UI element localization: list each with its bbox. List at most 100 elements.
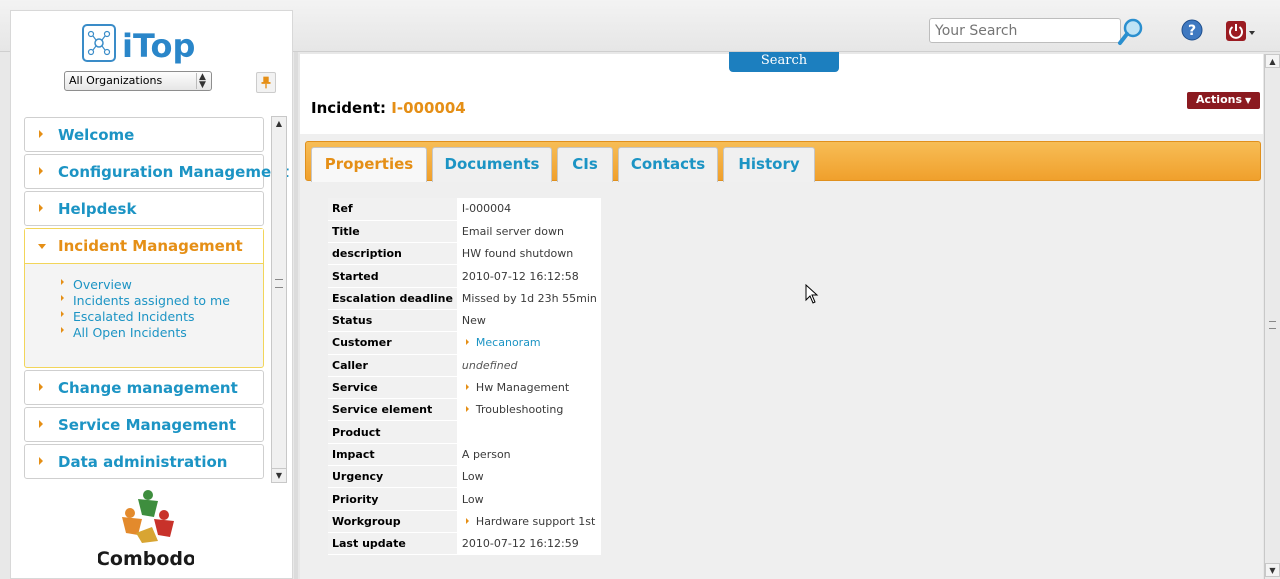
search-icon[interactable]	[1116, 16, 1146, 48]
pane-splitter[interactable]	[294, 52, 298, 579]
title-ref: I-000004	[391, 99, 466, 117]
menu-scrollbar[interactable]: ▲ ▼	[271, 116, 287, 483]
caret-down-icon	[38, 244, 46, 249]
incident-submenu: Overview Incidents assigned to me Escala…	[61, 277, 230, 341]
actions-button[interactable]: Actions ▼	[1187, 92, 1260, 109]
title-bar: Incident: I-000004 Actions ▼	[300, 82, 1263, 134]
submenu-label: Overview	[73, 277, 132, 292]
prop-key: Service element	[328, 398, 458, 422]
help-icon[interactable]: ?	[1181, 19, 1203, 41]
menu-change-management[interactable]: Change management	[24, 370, 264, 405]
main-header-strip: Search	[300, 52, 1263, 82]
menu-label: Configuration Management	[58, 163, 289, 181]
prop-key: Product	[328, 420, 458, 444]
prop-value: Hw Management	[457, 376, 601, 400]
menu-configuration-management[interactable]: Configuration Management	[24, 154, 289, 189]
workgroup-link[interactable]: Hardware support 1st	[476, 515, 595, 528]
table-row: description HW found shutdown	[328, 242, 601, 266]
menu-service-management[interactable]: Service Management	[24, 407, 264, 442]
organization-select[interactable]: All Organizations ▲ ▼	[64, 71, 212, 91]
scroll-grip[interactable]	[1269, 321, 1276, 329]
menu-data-administration[interactable]: Data administration	[24, 444, 264, 479]
table-row: Last update 2010-07-12 16:12:59	[328, 532, 601, 556]
prop-key: Impact	[328, 443, 458, 467]
bullet-icon	[61, 295, 64, 301]
scroll-grip[interactable]	[275, 279, 283, 288]
pin-icon[interactable]	[256, 72, 276, 93]
scroll-up-icon[interactable]: ▲	[1265, 54, 1280, 68]
table-row: Service element Troubleshooting	[328, 398, 601, 422]
select-arrows-icon: ▲ ▼	[196, 73, 208, 90]
prop-key: Last update	[328, 532, 458, 556]
table-row: Title Email server down	[328, 220, 601, 244]
left-pane: iTop All Organizations ▲ ▼ Welcome Config…	[10, 10, 293, 579]
prop-value: 2010-07-12 16:12:58	[457, 264, 601, 288]
prop-value: 2010-07-12 16:12:59	[457, 532, 601, 556]
scroll-down-icon[interactable]: ▼	[272, 468, 286, 482]
caret-right-icon	[39, 130, 43, 138]
tab-properties[interactable]: Properties	[311, 147, 427, 182]
submenu-escalated-incidents[interactable]: Escalated Incidents	[61, 309, 230, 325]
submenu-incidents-assigned-to-me[interactable]: Incidents assigned to me	[61, 293, 230, 309]
prop-value: Hardware support 1st	[457, 510, 601, 533]
customer-link[interactable]: Mecanoram	[476, 336, 541, 349]
menu-label: Service Management	[58, 416, 236, 434]
menu-label: Change management	[58, 379, 238, 397]
menu-label: Welcome	[58, 126, 135, 144]
svg-text:iTop: iTop	[122, 27, 195, 65]
title-prefix: Incident:	[311, 99, 392, 117]
prop-key: Ref	[328, 198, 458, 221]
prop-key: Customer	[328, 331, 458, 355]
combodo-logo: Combodo	[98, 490, 194, 570]
caret-right-icon	[39, 167, 43, 175]
caret-right-icon	[39, 383, 43, 391]
svg-text:?: ?	[1188, 23, 1196, 39]
logoff-menu-icon[interactable]	[1226, 20, 1256, 42]
actions-label: Actions	[1196, 93, 1242, 106]
submenu-overview[interactable]: Overview	[61, 277, 230, 293]
prop-key: description	[328, 242, 458, 266]
submenu-label: Escalated Incidents	[73, 309, 195, 324]
service-element-link[interactable]: Troubleshooting	[476, 403, 563, 416]
menu-welcome[interactable]: Welcome	[24, 117, 264, 152]
dropdown-arrow-icon: ▼	[1245, 96, 1252, 105]
tab-contacts[interactable]: Contacts	[618, 147, 718, 182]
prop-key: Urgency	[328, 465, 458, 489]
bullet-icon	[61, 327, 64, 333]
service-link[interactable]: Hw Management	[476, 381, 569, 394]
tab-cis[interactable]: CIs	[557, 147, 613, 182]
table-row: Customer Mecanoram	[328, 331, 601, 355]
submenu-all-open-incidents[interactable]: All Open Incidents	[61, 325, 230, 341]
table-row: Caller undefined	[328, 354, 601, 377]
main-content: Search Incident: I-000004 Actions ▼ Prope…	[300, 52, 1263, 579]
table-row: Impact A person	[328, 443, 601, 467]
table-row: Escalation deadline Missed by 1d 23h 55mi…	[328, 287, 601, 310]
menu-label: Helpdesk	[58, 200, 137, 218]
tab-history[interactable]: History	[723, 147, 815, 182]
menu-incident-management: Incident Management Overview Incidents a…	[24, 228, 264, 368]
bullet-icon	[465, 339, 469, 346]
table-row: Ref I-000004	[328, 198, 601, 221]
table-row: Product	[328, 420, 601, 444]
main-scrollbar[interactable]: ▲ ▼	[1264, 54, 1280, 579]
submenu-label: All Open Incidents	[73, 325, 187, 340]
menu-incident-management-header[interactable]: Incident Management	[25, 229, 263, 264]
prop-value: HW found shutdown	[457, 242, 601, 266]
prop-key: Status	[328, 309, 458, 333]
bullet-icon	[61, 311, 64, 317]
prop-value: Mecanoram	[457, 331, 601, 355]
menu-label: Incident Management	[58, 237, 243, 255]
scroll-up-icon[interactable]: ▲	[272, 117, 286, 131]
prop-key: Workgroup	[328, 510, 458, 533]
prop-key: Service	[328, 376, 458, 400]
menu-helpdesk[interactable]: Helpdesk	[24, 191, 264, 226]
global-search-input[interactable]	[929, 18, 1121, 43]
itop-logo: iTop	[82, 24, 195, 65]
scroll-down-icon[interactable]: ▼	[1265, 563, 1280, 577]
table-row: Workgroup Hardware support 1st	[328, 510, 601, 533]
tab-documents[interactable]: Documents	[432, 147, 552, 182]
bullet-icon	[61, 279, 64, 285]
bullet-icon	[465, 517, 469, 524]
tab-bar: Properties Documents CIs Contacts Histor…	[305, 141, 1261, 182]
search-button[interactable]: Search	[729, 52, 839, 72]
